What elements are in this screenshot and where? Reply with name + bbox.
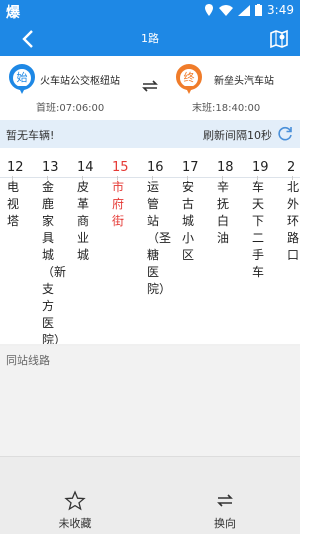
end-badge: 终: [180, 69, 198, 87]
same-station-lines-list: [0, 372, 300, 456]
bus-status-bar: 暂无车辆! 刷新间隔10秒: [0, 120, 300, 148]
refresh-icon[interactable]: [276, 125, 294, 143]
station-number: 12: [7, 160, 24, 175]
app-notification-icon: 爆: [6, 5, 20, 21]
refresh-interval-text: 刷新间隔10秒: [203, 129, 272, 142]
swap-icon: [217, 494, 233, 507]
station-number: 19: [252, 160, 269, 175]
station-number: 2: [287, 160, 296, 175]
station-item[interactable]: 19 车天下二手车: [245, 148, 280, 344]
end-pin: 终: [176, 64, 202, 96]
station-number: 18: [217, 160, 234, 175]
station-item[interactable]: 14 皮革商业城: [70, 148, 105, 344]
station-name: 皮革商业城: [77, 180, 90, 262]
station-number: 13: [42, 160, 59, 175]
last-bus-time: 末班:18:40:00: [192, 103, 261, 114]
start-station-name: 火车站公交枢纽站: [40, 76, 120, 87]
map-icon[interactable]: [268, 28, 290, 50]
no-vehicle-text: 暂无车辆!: [6, 129, 55, 142]
station-item[interactable]: 15 市府街: [105, 148, 140, 344]
station-strip[interactable]: 12 电视塔 13 金鹿家具城（新支方医院） 14 皮革商业城 15 市府街 16 运管站（圣糖医…: [0, 148, 300, 344]
station-item[interactable]: 12 电视塔: [0, 148, 35, 344]
station-name: 运管站（圣糖医院）: [147, 180, 172, 296]
favorite-label: 未收藏: [58, 517, 92, 530]
reverse-label: 换向: [214, 517, 236, 530]
station-item[interactable]: 18 辛抚白油: [210, 148, 245, 344]
wifi-icon: [219, 4, 234, 16]
station-number: 14: [77, 160, 94, 175]
same-station-lines-label: 同站线路: [6, 354, 50, 367]
first-bus-time: 首班:07:06:00: [36, 103, 105, 114]
station-item[interactable]: 13 金鹿家具城（新支方医院）: [35, 148, 70, 344]
station-number: 16: [147, 160, 164, 175]
status-icons: 3:49: [204, 3, 294, 17]
reverse-direction-button[interactable]: 换向: [150, 457, 300, 534]
station-name: 安古城小区: [182, 180, 195, 262]
station-name: 电视塔: [7, 180, 20, 228]
station-name: 市府街: [112, 180, 125, 228]
end-station-name: 新垒头汽车站: [214, 76, 274, 87]
app-header: 1路: [0, 22, 300, 56]
start-badge: 始: [13, 69, 31, 87]
station-item[interactable]: 17 安古城小区: [175, 148, 210, 344]
station-number: 17: [182, 160, 199, 175]
signal-icon: [238, 4, 251, 16]
station-item[interactable]: 16 运管站（圣糖医院）: [140, 148, 175, 344]
status-bar: 爆 3:49: [0, 0, 300, 22]
page-title: 1路: [141, 32, 159, 45]
station-name: 车天下二手车: [252, 180, 265, 279]
swap-direction-icon[interactable]: [140, 78, 160, 94]
station-name: 辛抚白油: [217, 180, 230, 245]
station-name: 金鹿家具城（新支方医院）: [42, 180, 67, 344]
location-icon: [205, 4, 214, 16]
station-number: 15: [112, 160, 129, 175]
start-pin: 始: [9, 64, 35, 96]
favorite-button[interactable]: 未收藏: [0, 457, 150, 534]
station-name: 北外环路口: [287, 180, 300, 262]
clock: 3:49: [267, 3, 294, 17]
route-info: 始 火车站公交枢纽站 首班:07:06:00 终 新垒头汽车站 末班:18:40…: [0, 56, 300, 120]
station-item[interactable]: 2 北外环路口: [280, 148, 300, 344]
battery-icon: [255, 4, 263, 16]
same-station-lines-header: 同站线路: [0, 346, 300, 372]
star-icon: [64, 490, 86, 511]
bottom-toolbar: 未收藏 换向: [0, 456, 300, 534]
